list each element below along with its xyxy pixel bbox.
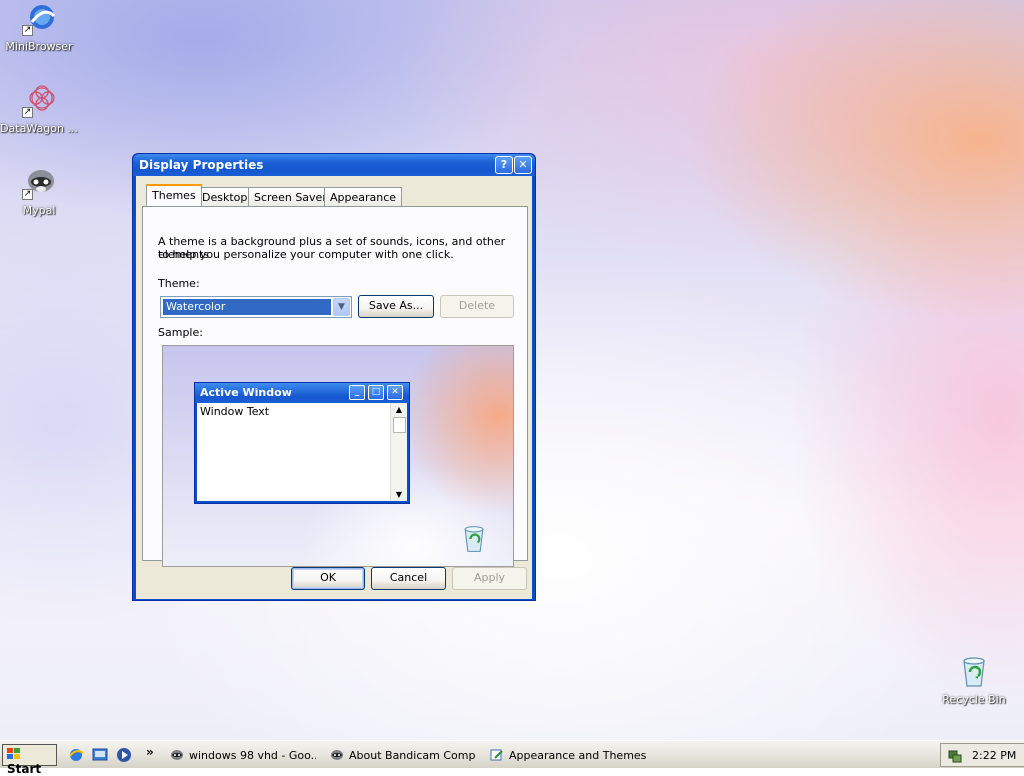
- minimize-icon: _: [349, 385, 365, 400]
- maximize-icon: □: [368, 385, 384, 400]
- cancel-button[interactable]: Cancel: [371, 567, 446, 590]
- desktop-icon-recycle-bin[interactable]: Recycle Bin: [934, 655, 1014, 706]
- taskbar-item[interactable]: Appearance and Themes: [486, 744, 646, 767]
- raccoon-icon: [170, 748, 184, 762]
- windows-logo-icon: [7, 748, 21, 760]
- scroll-up-icon: ▲: [395, 405, 403, 414]
- sample-active-window: Active Window _ □ ✕ Window Text ▲ ▼: [194, 382, 410, 504]
- taskbar-item-label: Appearance and Themes: [509, 749, 646, 762]
- delete-button[interactable]: Delete: [440, 295, 514, 318]
- tab-label: Screen Saver: [254, 191, 327, 204]
- help-icon: ?: [500, 158, 508, 171]
- recycle-bin-icon: [957, 655, 991, 689]
- control-panel-icon: [490, 748, 504, 762]
- apply-button[interactable]: Apply: [452, 567, 527, 590]
- tab-label: Themes: [152, 189, 196, 202]
- system-tray: 2:22 PM: [940, 743, 1024, 767]
- taskbar-item[interactable]: About Bandicam Comp...: [326, 744, 476, 767]
- media-player-icon[interactable]: [116, 747, 132, 763]
- desktop-icon-label: MiniBrowser: [5, 40, 73, 53]
- close-button[interactable]: ✕: [514, 156, 532, 174]
- tab-label: Appearance: [330, 191, 397, 204]
- tab-label: Desktop: [202, 191, 248, 204]
- datawagon-icon: ↗: [22, 84, 56, 118]
- internet-explorer-icon[interactable]: [68, 747, 84, 763]
- scroll-thumb: [392, 417, 406, 433]
- taskbar-item-label: windows 98 vhd - Goo...: [189, 749, 316, 762]
- taskbar-item-label: About Bandicam Comp...: [349, 749, 476, 762]
- ok-button[interactable]: OK: [291, 567, 365, 590]
- desktop-icon-label: Mypal: [22, 204, 56, 217]
- theme-select[interactable]: Watercolor ▼: [160, 296, 352, 318]
- clock[interactable]: 2:22 PM: [972, 749, 1016, 762]
- dialog-titlebar[interactable]: Display Properties ? ✕: [133, 154, 535, 176]
- shortcut-arrow-icon: ↗: [22, 25, 33, 36]
- taskbar: Start » windows 98 vhd - Goo... About Ba…: [0, 740, 1024, 776]
- start-button[interactable]: Start: [2, 744, 57, 776]
- save-as-button[interactable]: Save As...: [358, 295, 434, 318]
- desktop: ↗ MiniBrowser ↗ DataWagon ... ↗ Mypal Re…: [0, 0, 1024, 740]
- tab-themes[interactable]: Themes: [146, 184, 202, 206]
- scroll-down-icon: ▼: [395, 490, 403, 499]
- shortcut-arrow-icon: ↗: [22, 189, 33, 200]
- close-icon: ✕: [387, 385, 403, 400]
- tab-desktop[interactable]: Desktop: [196, 187, 254, 206]
- tab-screen-saver[interactable]: Screen Saver: [248, 187, 333, 206]
- sample-window-text: Window Text: [200, 405, 270, 418]
- help-button[interactable]: ?: [495, 156, 513, 174]
- start-label: Start: [7, 762, 42, 776]
- sample-window-title: Active Window: [200, 386, 292, 399]
- themes-tab-panel: A theme is a background plus a set of so…: [142, 206, 528, 567]
- sample-scrollbar: ▲ ▼: [390, 403, 407, 501]
- sample-label: Sample:: [158, 326, 203, 339]
- shortcut-arrow-icon: ↗: [22, 107, 33, 118]
- taskbar-item[interactable]: windows 98 vhd - Goo...: [166, 744, 316, 767]
- chevron-down-icon[interactable]: ▼: [333, 298, 350, 316]
- desktop-icon-label: Recycle Bin: [942, 693, 1006, 706]
- theme-select-value: Watercolor: [163, 299, 331, 315]
- show-desktop-icon[interactable]: [92, 747, 108, 763]
- mypal-icon: ↗: [22, 166, 56, 200]
- desktop-icon-minibrowser[interactable]: ↗ MiniBrowser: [0, 2, 79, 53]
- sample-window-titlebar: Active Window _ □ ✕: [195, 383, 409, 403]
- theme-sample-preview: Active Window _ □ ✕ Window Text ▲ ▼: [162, 345, 514, 567]
- raccoon-icon: [330, 748, 344, 762]
- quick-launch-overflow-button[interactable]: »: [146, 745, 162, 761]
- theme-label: Theme:: [158, 277, 200, 290]
- tab-appearance[interactable]: Appearance: [324, 187, 403, 206]
- theme-description-line2: to help you personalize your computer wi…: [158, 248, 454, 261]
- recycle-bin-icon: [459, 524, 489, 554]
- dialog-title: Display Properties: [139, 158, 264, 172]
- desktop-icon-label: DataWagon ...: [0, 122, 78, 135]
- dialog-client-area: Themes Desktop Screen Saver Appearance A…: [136, 176, 532, 599]
- minibrowser-icon: ↗: [22, 2, 56, 36]
- sample-window-body: Window Text ▲ ▼: [197, 403, 407, 501]
- close-icon: ✕: [518, 158, 528, 171]
- network-icon[interactable]: [947, 748, 963, 764]
- desktop-icon-datawagon[interactable]: ↗ DataWagon ...: [0, 84, 79, 135]
- display-properties-dialog: Display Properties ? ✕ Themes Desktop Sc…: [132, 153, 536, 601]
- desktop-icon-mypal[interactable]: ↗ Mypal: [0, 166, 79, 217]
